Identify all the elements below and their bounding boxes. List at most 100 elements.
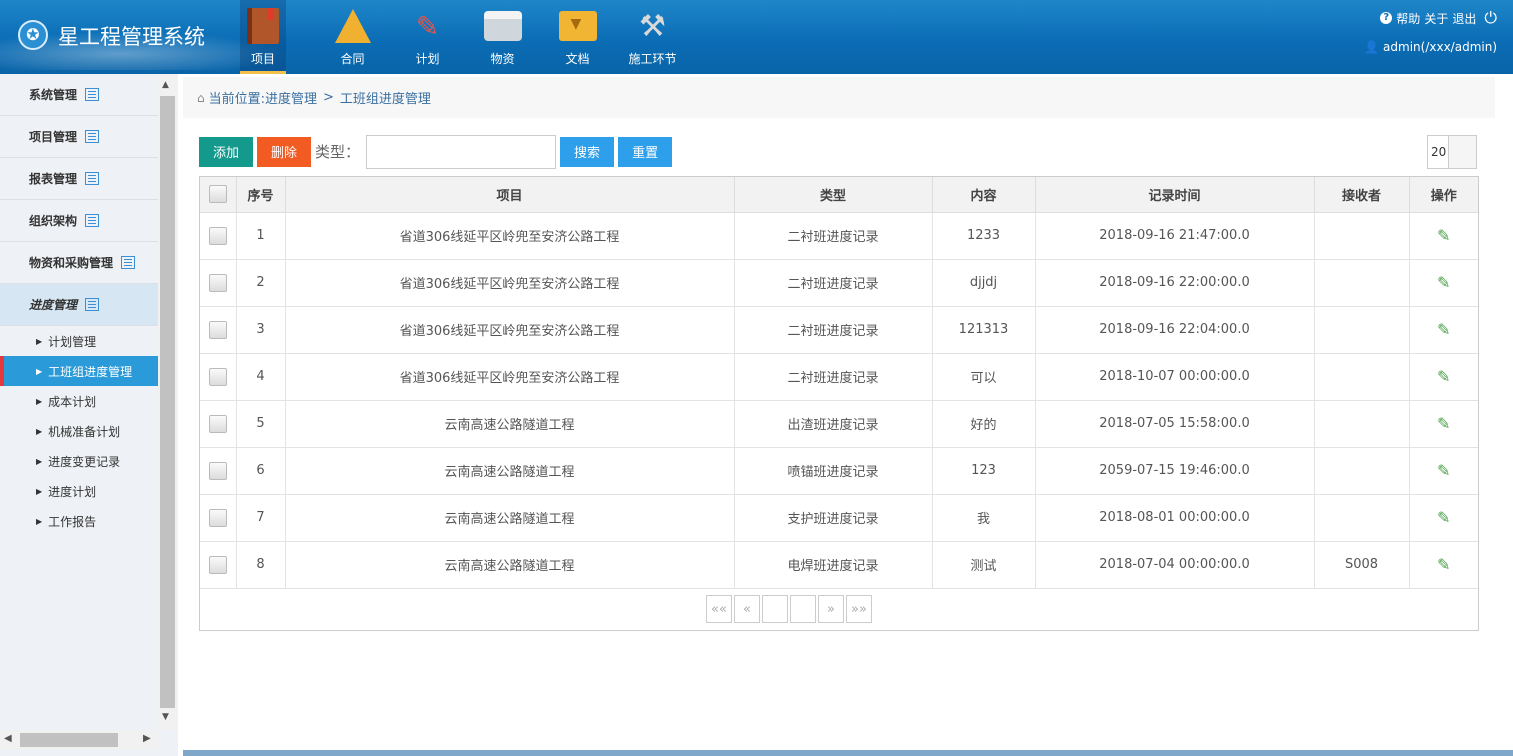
column-header[interactable]: 接收者	[1314, 177, 1410, 213]
table-row[interactable]: 6 云南高速公路隧道工程 喷锚班进度记录 123 2059-07-15 19:4…	[200, 447, 1478, 495]
row-checkbox[interactable]	[208, 414, 227, 433]
sidebar-item-change-log[interactable]: ▶ 进度变更记录	[0, 446, 158, 476]
edit-icon[interactable]: ✎	[1437, 273, 1450, 292]
table-row[interactable]: 5 云南高速公路隧道工程 出渣班进度记录 好的 2018-07-05 15:58…	[200, 400, 1478, 448]
column-header[interactable]: 记录时间	[1035, 177, 1315, 213]
edit-icon[interactable]: ✎	[1437, 320, 1450, 339]
delete-button[interactable]: 删除	[257, 136, 312, 167]
sidebar-item-cost-plan[interactable]: ▶ 成本计划	[0, 386, 158, 416]
nav-item-construction[interactable]: ⚒ 施工环节	[615, 0, 690, 74]
cell-type: 二衬班进度记录	[734, 259, 933, 307]
sidebar-item-label: 机械准备计划	[48, 424, 121, 439]
row-checkbox[interactable]	[208, 508, 227, 527]
add-button[interactable]: 添加	[199, 136, 254, 167]
column-header[interactable]: 内容	[932, 177, 1036, 213]
sidebar-group-label: 系统管理	[29, 88, 78, 102]
table-row[interactable]: 2 省道306线延平区岭兜至安济公路工程 二衬班进度记录 djjdj 2018-…	[200, 259, 1478, 307]
cell-time: 2018-07-05 15:58:00.0	[1035, 400, 1315, 448]
nav-item-documents[interactable]: 文档	[540, 0, 615, 74]
user-name[interactable]: admin(/xxx/admin)	[1383, 40, 1497, 54]
row-checkbox[interactable]	[208, 320, 227, 339]
page-number[interactable]	[762, 595, 788, 623]
prev-page-button[interactable]: «	[734, 595, 760, 623]
table-row[interactable]: 1 省道306线延平区岭兜至安济公路工程 二衬班进度记录 1233 2018-0…	[200, 212, 1478, 260]
sidebar-group-system[interactable]: 系统管理	[0, 74, 158, 116]
scrollbar-thumb[interactable]	[160, 96, 175, 708]
sidebar-item-progress-plan[interactable]: ▶ 进度计划	[0, 476, 158, 506]
drafting-tools-icon: ✎	[415, 9, 440, 43]
sidebar-item-machine-plan[interactable]: ▶ 机械准备计划	[0, 416, 158, 446]
list-icon	[85, 88, 100, 101]
nav-item-materials[interactable]: 物资	[465, 0, 540, 74]
row-checkbox[interactable]	[208, 273, 227, 292]
edit-icon[interactable]: ✎	[1437, 414, 1450, 433]
row-checkbox[interactable]	[208, 367, 227, 386]
sidebar-group-label: 组织架构	[29, 214, 78, 228]
row-checkbox[interactable]	[208, 226, 227, 245]
caret-right-icon: ▶	[36, 396, 43, 406]
reset-button[interactable]: 重置	[618, 136, 673, 167]
sidebar-item-team-progress[interactable]: ▶ 工班组进度管理	[0, 356, 158, 386]
table-row[interactable]: 8 云南高速公路隧道工程 电焊班进度记录 测试 2018-07-04 00:00…	[200, 541, 1478, 589]
column-header[interactable]: 类型	[734, 177, 933, 213]
table-row[interactable]: 7 云南高速公路隧道工程 支护班进度记录 我 2018-08-01 00:00:…	[200, 494, 1478, 542]
cell-project: 云南高速公路隧道工程	[285, 447, 735, 495]
cell-receiver	[1314, 400, 1410, 448]
sidebar-item-plan[interactable]: ▶ 计划管理	[0, 326, 158, 356]
logout-link[interactable]: 退出	[1452, 10, 1476, 27]
last-page-button[interactable]: »»	[846, 595, 872, 623]
cell-content: 好的	[932, 400, 1036, 448]
toolbar: 添加 删除 类型： 搜索 重置	[199, 134, 673, 169]
edit-icon[interactable]: ✎	[1437, 555, 1450, 574]
sidebar-group-progress[interactable]: 进度管理	[0, 284, 158, 326]
page-size-select[interactable]: 20	[1427, 135, 1477, 169]
edit-icon[interactable]: ✎	[1437, 367, 1450, 386]
edit-icon[interactable]: ✎	[1437, 226, 1450, 245]
breadcrumb-current: 工班组进度管理	[339, 92, 431, 107]
search-button[interactable]: 搜索	[560, 136, 615, 167]
scroll-down-icon[interactable]: ▼	[162, 712, 169, 722]
next-page-button[interactable]: »	[818, 595, 844, 623]
sidebar-item-label: 工作报告	[48, 514, 97, 529]
sidebar-vertical-scrollbar[interactable]: ▲ ▼	[158, 74, 178, 730]
nav-item-contract[interactable]: 合同	[315, 0, 390, 74]
sidebar-item-work-report[interactable]: ▶ 工作报告	[0, 506, 158, 536]
power-icon[interactable]: ⏻	[1484, 8, 1497, 28]
scrollbar-thumb[interactable]	[20, 733, 118, 747]
cell-content: 测试	[932, 541, 1036, 589]
select-all-checkbox[interactable]	[208, 185, 227, 204]
sidebar-group-org[interactable]: 组织架构	[0, 200, 158, 242]
first-page-button[interactable]: ««	[706, 595, 732, 623]
dropdown-icon[interactable]	[1448, 136, 1476, 168]
scroll-right-icon[interactable]: ▶	[143, 733, 151, 744]
breadcrumb-prefix[interactable]: 当前位置:进度管理	[209, 88, 317, 107]
table-row[interactable]: 4 省道306线延平区岭兜至安济公路工程 二衬班进度记录 可以 2018-10-…	[200, 353, 1478, 401]
help-link[interactable]: 帮助	[1396, 10, 1420, 27]
sidebar-group-report[interactable]: 报表管理	[0, 158, 158, 200]
cell-receiver: S008	[1314, 541, 1410, 589]
row-checkbox[interactable]	[208, 461, 227, 480]
scroll-up-icon[interactable]: ▲	[162, 80, 169, 90]
table-row[interactable]: 3 省道306线延平区岭兜至安济公路工程 二衬班进度记录 121313 2018…	[200, 306, 1478, 354]
sidebar-group-materials[interactable]: 物资和采购管理	[0, 242, 158, 284]
sidebar-horizontal-scrollbar[interactable]: ◀ ▶	[0, 730, 158, 750]
nav-item-project[interactable]: 项目	[240, 0, 286, 74]
cell-content: 123	[932, 447, 1036, 495]
cell-time: 2018-09-16 22:04:00.0	[1035, 306, 1315, 354]
sidebar-group-label: 报表管理	[29, 172, 78, 186]
cell-no: 4	[236, 353, 286, 401]
row-checkbox[interactable]	[208, 555, 227, 574]
edit-icon[interactable]: ✎	[1437, 461, 1450, 480]
column-header[interactable]: 序号	[236, 177, 286, 213]
sidebar-group-project[interactable]: 项目管理	[0, 116, 158, 158]
folder-icon	[558, 6, 598, 46]
scroll-left-icon[interactable]: ◀	[4, 733, 12, 744]
about-link[interactable]: 关于	[1424, 10, 1448, 27]
user-icon: 👤	[1364, 40, 1380, 54]
cell-project: 云南高速公路隧道工程	[285, 494, 735, 542]
nav-item-plan[interactable]: ✎ 计划	[390, 0, 465, 74]
page-number[interactable]	[790, 595, 816, 623]
column-header[interactable]: 项目	[285, 177, 735, 213]
type-input[interactable]	[366, 134, 557, 169]
edit-icon[interactable]: ✎	[1437, 508, 1450, 527]
